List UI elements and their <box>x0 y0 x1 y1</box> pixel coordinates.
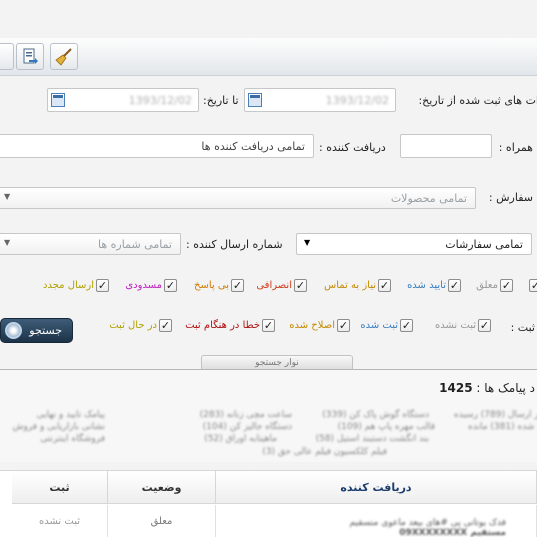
toolbar <box>0 38 537 76</box>
mobile-field[interactable] <box>400 134 492 158</box>
search-button[interactable]: جستجو <box>0 318 73 343</box>
checkbox[interactable]: ✓ <box>400 319 413 332</box>
to-date-label: تا تاریخ: <box>203 94 239 107</box>
checkbox[interactable]: ✓ <box>500 279 513 292</box>
orders-select[interactable]: تمامی سفارشات ▼ <box>296 233 532 255</box>
checkbox-label: ثبت نشده <box>435 320 476 331</box>
to-date-field[interactable]: 1393/12/02 <box>47 88 199 112</box>
blurred-stat: منتظر ارسال (789) رسیده <box>453 410 537 420</box>
blurred-stat: دستگاه گوش پاک کن (339) <box>322 410 429 420</box>
calendar-icon[interactable] <box>248 93 262 107</box>
blurred-receiver: فدک یوتانی پی #های بیعد ماعوی منسقیم <box>349 518 506 528</box>
checkbox-label: اصلاح شده <box>289 320 335 331</box>
checkbox[interactable]: ✓ <box>448 279 461 292</box>
sms-count: د پیامک ها : 1425 <box>439 381 535 395</box>
blurred-stat: قالب مهره پاپ هم (109) <box>337 422 435 432</box>
checkbox-label: معلق <box>476 280 498 291</box>
checkbox[interactable]: ✓ <box>337 319 350 332</box>
receiver-field[interactable]: تمامی دریافت کننده ها <box>0 134 314 158</box>
sender-label: شماره ارسال کننده : <box>186 238 283 251</box>
blurred-stat: ارسال شده (381) مانده <box>468 422 537 432</box>
blurred-receiver: مستقیم 09XXXXXXXX <box>399 528 506 537</box>
orders-table: ثبت وضعیت دریافت کننده ثبت نشده معلق فدک… <box>0 470 537 537</box>
register-label: ثبت : <box>510 321 535 334</box>
checkbox[interactable]: ✓ <box>378 279 391 292</box>
checkbox[interactable]: ✓ <box>164 279 177 292</box>
blurred-stat: فیلم کلکسیون فیلم عالی حق (3) <box>262 447 387 457</box>
checkbox-label: نیاز به تماس <box>324 280 376 291</box>
checkbox-label: تایید شده <box>407 280 446 291</box>
sender-select[interactable]: تمامی شماره ها ▼ <box>0 233 181 255</box>
blurred-stat: بند انگشت دستبند استیل (58) <box>315 434 429 444</box>
blurred-stat: پیامک تایید و نهایی <box>36 410 105 420</box>
checkbox[interactable]: ✓ <box>478 319 491 332</box>
order-label: سفارش : <box>488 191 533 204</box>
checkbox-label: در حال ثبت <box>109 320 157 331</box>
blurred-stat: نشانی بازاریابی و فروش <box>12 422 105 432</box>
calendar-icon[interactable] <box>51 93 65 107</box>
search-icon <box>5 322 22 339</box>
product-select[interactable]: تمامی محصولات ▼ <box>0 187 476 209</box>
checkbox-label: ارسال مجدد <box>43 280 94 291</box>
clear-button[interactable] <box>50 43 78 70</box>
broom-icon <box>55 47 72 66</box>
blurred-stat: دستگاه جالیز کن (104) <box>202 422 292 432</box>
column-header-register[interactable]: ثبت <box>12 471 108 504</box>
export-icon <box>23 48 38 64</box>
checkbox-label: ثبت شده <box>360 320 398 331</box>
checkbox-label: انصرافی <box>256 280 292 291</box>
checkbox[interactable]: ✓ <box>294 279 307 292</box>
checkbox-label: خطا در هنگام ثبت <box>185 320 260 331</box>
export-button[interactable] <box>16 43 44 70</box>
chevron-down-icon: ▼ <box>304 238 311 247</box>
column-header-receiver[interactable]: دریافت کننده <box>216 471 537 504</box>
from-date-label: ات های ثبت شده از تاریخ: <box>418 94 537 107</box>
column-header-status[interactable]: وضعیت <box>108 471 216 504</box>
table-cell-receiver: فدک یوتانی پی #های بیعد ماعوی منسقیم مست… <box>216 505 537 537</box>
summary-panel: د پیامک ها : 1425 منتظر ارسال (789) رسید… <box>0 370 537 462</box>
checkbox[interactable]: ✓ <box>96 279 109 292</box>
status-prefix-checkbox[interactable]: ✓ <box>529 279 537 292</box>
chevron-down-icon: ▼ <box>4 238 11 247</box>
search-bar-tab[interactable]: نوار جستجو <box>201 355 353 370</box>
blurred-stat: ماهیتابه اوراق (52) <box>204 434 277 444</box>
receiver-label: دریافت کننده : <box>319 141 386 154</box>
checkbox[interactable]: ✓ <box>262 319 275 332</box>
checkbox[interactable]: ✓ <box>159 319 172 332</box>
table-cell-register: ثبت نشده <box>12 505 108 537</box>
mobile-label: همراه : <box>498 141 533 154</box>
table-cell-status: معلق <box>108 505 216 537</box>
from-date-field[interactable]: 1393/12/02 <box>244 88 396 112</box>
chevron-down-icon: ▼ <box>4 192 11 201</box>
checkbox[interactable]: ✓ <box>231 279 244 292</box>
blurred-stat: فروشگاه اینترنتی <box>40 434 105 444</box>
blurred-stat: ساعت مچی زنانه (283) <box>199 410 292 420</box>
checkbox-label: بی پاسخ <box>194 280 229 291</box>
toolbar-edge-button[interactable] <box>0 43 14 70</box>
checkbox-label: مسدودی <box>125 280 162 291</box>
